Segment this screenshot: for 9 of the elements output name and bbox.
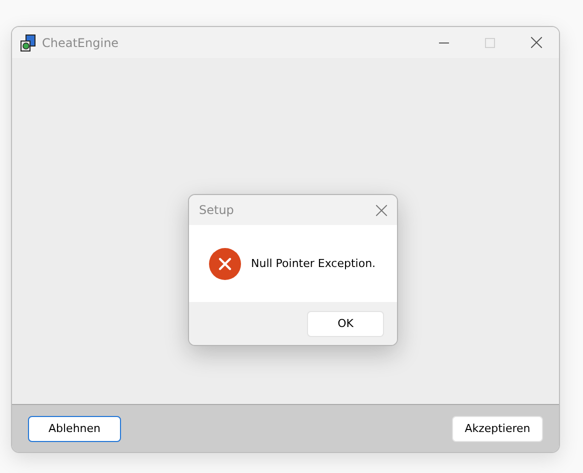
window-title: CheatEngine [42,36,120,50]
dialog-title: Setup [199,203,234,217]
close-icon[interactable] [530,37,542,48]
decline-button[interactable]: Ablehnen [28,416,121,442]
error-message: Null Pointer Exception. [251,257,376,270]
installer-icon [20,34,36,52]
close-icon[interactable] [376,204,387,216]
ok-button[interactable]: OK [307,310,384,336]
accept-button[interactable]: Akzeptieren [452,416,543,442]
